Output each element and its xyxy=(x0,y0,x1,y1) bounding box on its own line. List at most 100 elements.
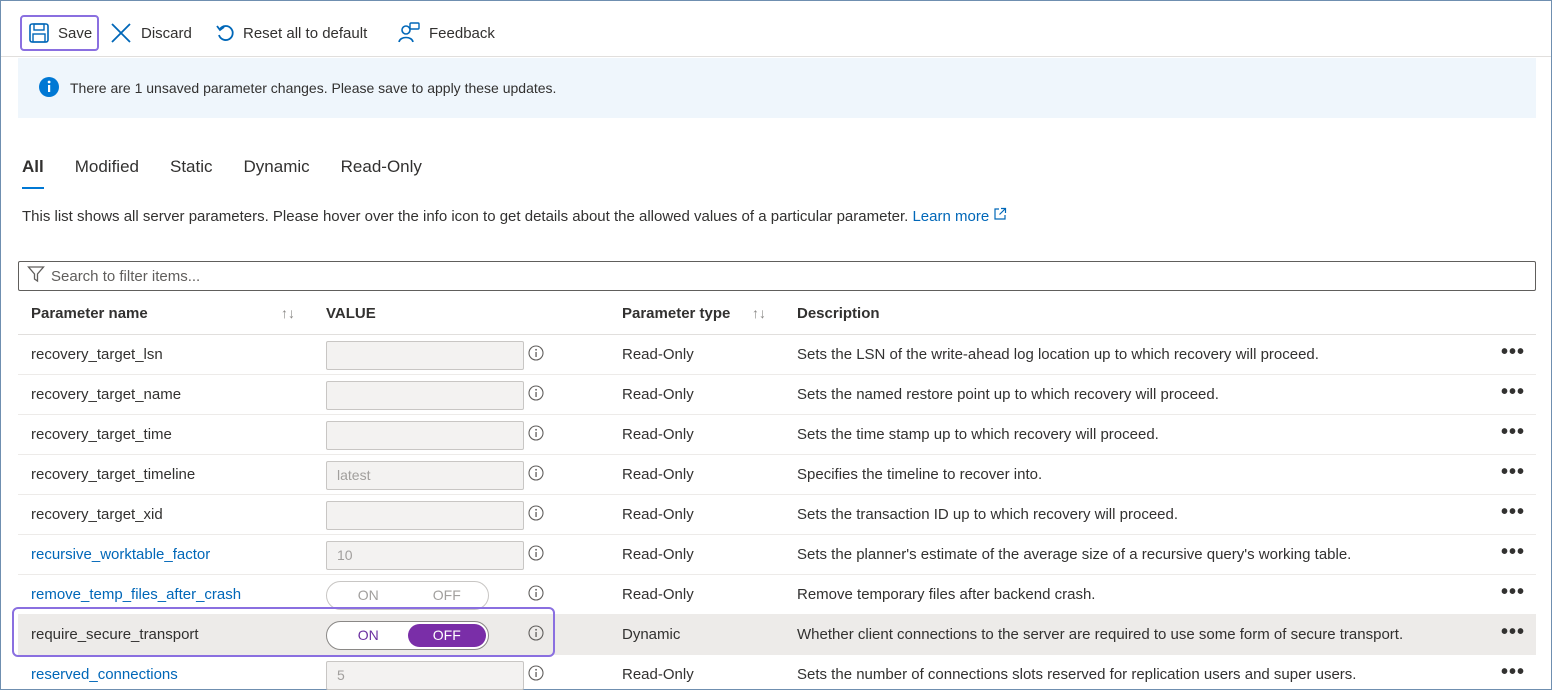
table-row: recovery_target_lsn Read-Only Sets the L… xyxy=(18,335,1536,375)
info-icon[interactable] xyxy=(528,425,544,445)
value-input: 10 xyxy=(326,541,524,570)
info-icon[interactable] xyxy=(528,385,544,405)
info-icon[interactable] xyxy=(528,345,544,365)
more-options-icon[interactable]: ••• xyxy=(1501,621,1525,644)
undo-icon xyxy=(215,23,235,43)
tab-read-only[interactable]: Read-Only xyxy=(341,155,422,191)
header-description: Description xyxy=(797,305,880,322)
parameter-description: Whether client connections to the server… xyxy=(797,626,1404,643)
info-icon[interactable] xyxy=(528,625,544,645)
parameter-name: recovery_target_lsn xyxy=(31,346,163,363)
tab-modified[interactable]: Modified xyxy=(75,155,139,191)
description-text: This list shows all server parameters. P… xyxy=(22,208,909,225)
parameter-name: recovery_target_name xyxy=(31,386,182,403)
more-options-icon[interactable]: ••• xyxy=(1501,461,1525,484)
parameter-description: Sets the LSN of the write-ahead log loca… xyxy=(797,346,1319,363)
parameter-description: Remove temporary files after backend cra… xyxy=(797,586,1096,603)
value-input xyxy=(326,341,524,370)
on-off-toggle[interactable]: ON OFF xyxy=(326,621,489,650)
tab-dynamic[interactable]: Dynamic xyxy=(244,155,310,191)
save-button[interactable]: Save xyxy=(20,15,99,51)
tab-all[interactable]: All xyxy=(22,155,44,191)
sort-arrows-icon[interactable]: ↑↓ xyxy=(281,305,295,321)
parameter-description: Specifies the timeline to recover into. xyxy=(797,466,1043,483)
reset-all-button[interactable]: Reset all to default xyxy=(215,15,367,51)
parameter-name-link[interactable]: remove_temp_files_after_crash xyxy=(31,586,241,603)
info-icon[interactable] xyxy=(528,585,544,605)
value-input: 5 xyxy=(326,661,524,690)
table-row: recursive_worktable_factor 10 Read-Only … xyxy=(18,535,1536,575)
value-input xyxy=(326,421,524,450)
toggle-off-option: OFF xyxy=(432,587,461,603)
table-row: recovery_target_xid Read-Only Sets the t… xyxy=(18,495,1536,535)
parameter-filter-tabs: All Modified Static Dynamic Read-Only xyxy=(22,155,422,191)
external-link-icon xyxy=(993,207,1007,225)
parameter-type: Read-Only xyxy=(622,666,694,683)
feedback-label: Feedback xyxy=(429,24,495,42)
header-value: VALUE xyxy=(326,305,376,322)
feedback-icon xyxy=(397,21,421,45)
table-header: Parameter name ↑↓ VALUE Parameter type ↑… xyxy=(18,295,1536,335)
close-icon xyxy=(109,21,133,45)
parameter-type: Dynamic xyxy=(622,626,681,643)
sort-arrows-icon[interactable]: ↑↓ xyxy=(752,305,766,321)
more-options-icon[interactable]: ••• xyxy=(1501,421,1525,444)
more-options-icon[interactable]: ••• xyxy=(1501,661,1525,684)
tab-static[interactable]: Static xyxy=(170,155,213,191)
parameter-type: Read-Only xyxy=(622,346,694,363)
table-row: reserved_connections 5 Read-Only Sets th… xyxy=(18,655,1536,690)
parameter-description: Sets the named restore point up to which… xyxy=(797,386,1219,403)
more-options-icon[interactable]: ••• xyxy=(1501,501,1525,524)
parameter-description: Sets the number of connections slots res… xyxy=(797,666,1357,683)
parameter-type: Read-Only xyxy=(622,386,694,403)
discard-button[interactable]: Discard xyxy=(109,15,192,51)
parameter-type: Read-Only xyxy=(622,506,694,523)
unsaved-changes-banner: There are 1 unsaved parameter changes. P… xyxy=(18,58,1536,118)
info-icon[interactable] xyxy=(528,505,544,525)
table-row: recovery_target_name Read-Only Sets the … xyxy=(18,375,1536,415)
discard-label: Discard xyxy=(141,24,192,42)
parameter-name-link[interactable]: reserved_connections xyxy=(31,666,178,683)
parameter-name: recovery_target_time xyxy=(31,426,172,443)
filter-search-box[interactable] xyxy=(18,261,1536,291)
info-icon xyxy=(38,76,60,101)
info-icon[interactable] xyxy=(528,465,544,485)
learn-more-link[interactable]: Learn more xyxy=(912,207,1007,225)
more-options-icon[interactable]: ••• xyxy=(1501,341,1525,364)
header-parameter-name[interactable]: Parameter name xyxy=(31,305,148,322)
table-row-selected: require_secure_transport ON OFF Dynamic … xyxy=(18,615,1536,655)
save-icon xyxy=(28,22,50,44)
parameter-type: Read-Only xyxy=(622,426,694,443)
parameter-type: Read-Only xyxy=(622,466,694,483)
toggle-on-option[interactable]: ON xyxy=(329,624,408,647)
value-input xyxy=(326,501,524,530)
info-icon[interactable] xyxy=(528,545,544,565)
reset-label: Reset all to default xyxy=(243,24,368,42)
search-input[interactable] xyxy=(51,267,1451,285)
feedback-button[interactable]: Feedback xyxy=(397,15,495,51)
table-row: recovery_target_timeline latest Read-Onl… xyxy=(18,455,1536,495)
value-input xyxy=(326,381,524,410)
learn-more-label: Learn more xyxy=(912,208,990,225)
info-icon[interactable] xyxy=(528,665,544,685)
toggle-off-option[interactable]: OFF xyxy=(407,624,486,647)
parameter-type: Read-Only xyxy=(622,546,694,563)
parameter-name: require_secure_transport xyxy=(31,626,199,643)
parameter-name-link[interactable]: recursive_worktable_factor xyxy=(31,546,210,563)
more-options-icon[interactable]: ••• xyxy=(1501,581,1525,604)
parameter-name: recovery_target_timeline xyxy=(31,466,196,483)
more-options-icon[interactable]: ••• xyxy=(1501,381,1525,404)
toggle-on-option: ON xyxy=(357,587,379,603)
table-row: remove_temp_files_after_crash ON OFF Rea… xyxy=(18,575,1536,615)
banner-message: There are 1 unsaved parameter changes. P… xyxy=(70,80,557,96)
more-options-icon[interactable]: ••• xyxy=(1501,541,1525,564)
on-off-toggle: ON OFF xyxy=(326,581,489,610)
command-bar: Save Discard Reset all to default Feedba… xyxy=(1,1,1551,57)
save-label: Save xyxy=(58,24,93,42)
parameter-type: Read-Only xyxy=(622,586,694,603)
parameter-description: Sets the transaction ID up to which reco… xyxy=(797,506,1179,523)
list-description: This list shows all server parameters. P… xyxy=(22,207,1007,225)
value-input: latest xyxy=(326,461,524,490)
parameters-table: Parameter name ↑↓ VALUE Parameter type ↑… xyxy=(18,295,1536,690)
header-parameter-type[interactable]: Parameter type xyxy=(622,305,730,322)
